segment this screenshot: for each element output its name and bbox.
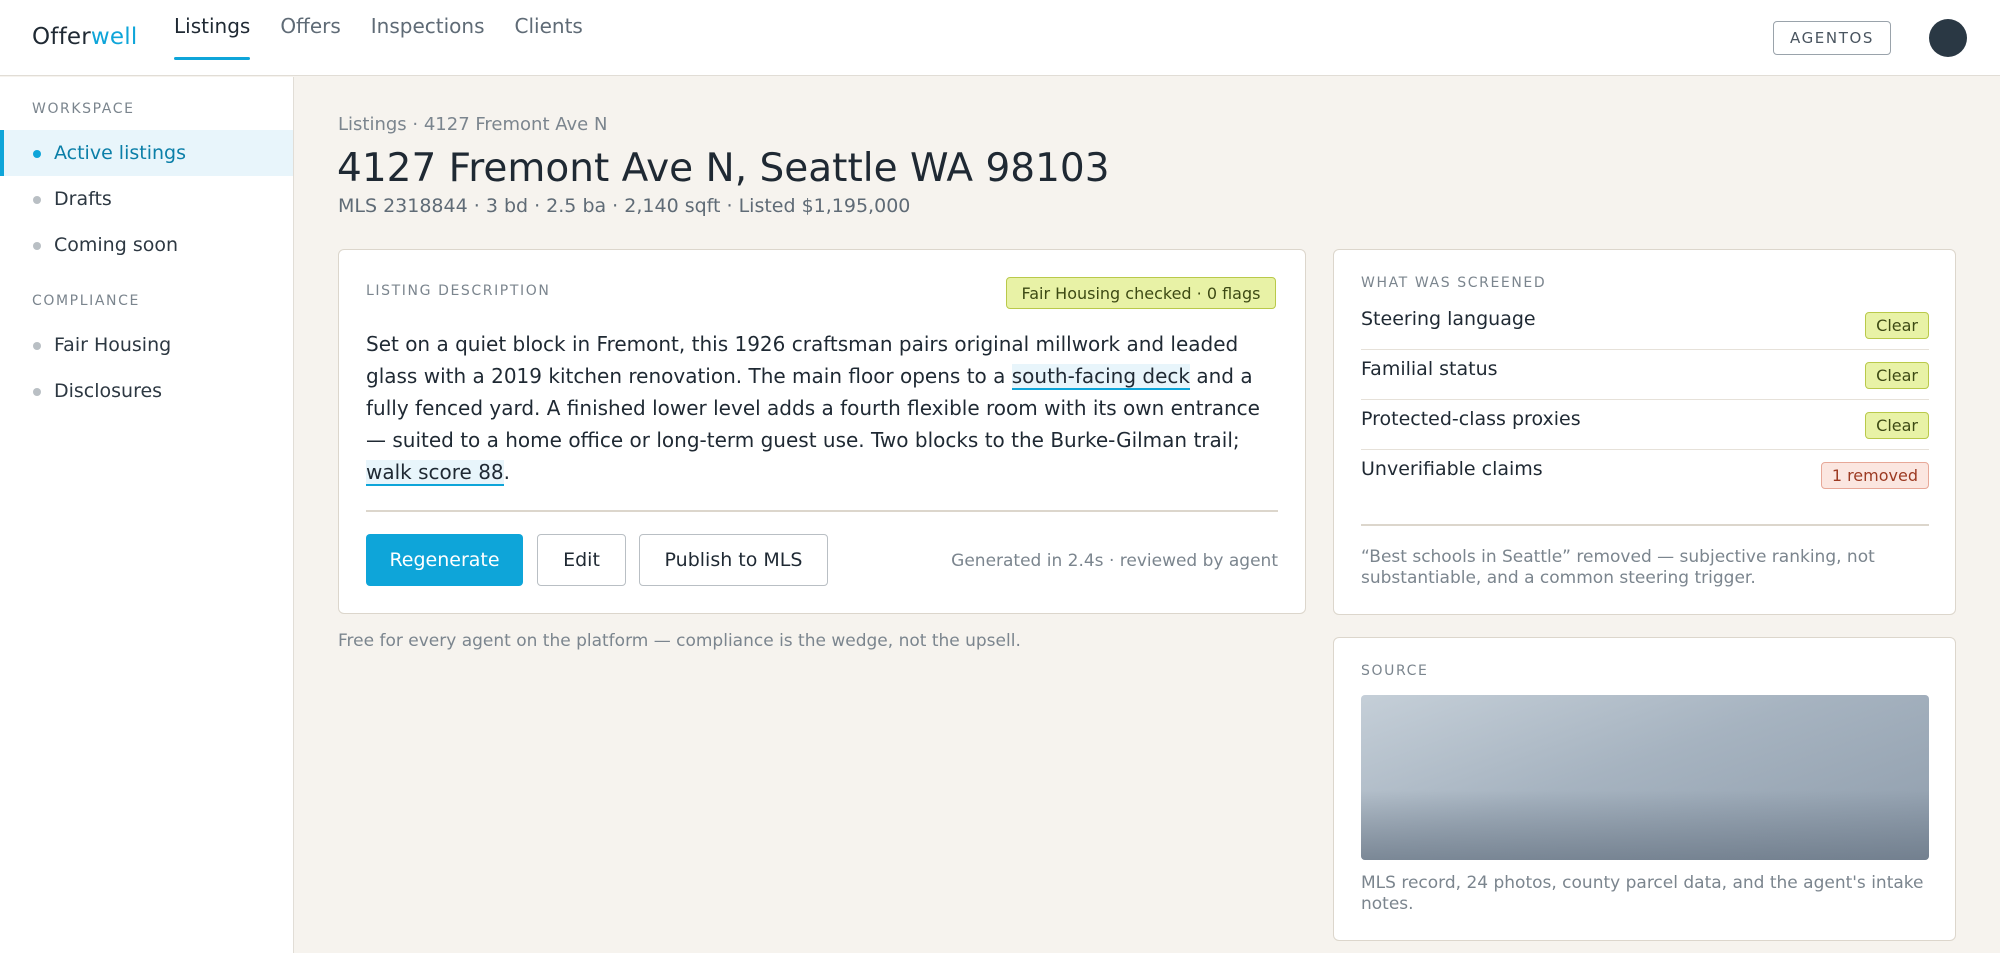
bullet-dot-icon	[33, 342, 41, 350]
agentos-button[interactable]: AGENTOS	[1773, 21, 1891, 55]
what-was-screened-card: WHAT WAS SCREENED Steering language Clea…	[1333, 249, 1956, 615]
tab-inspections[interactable]: Inspections	[371, 0, 485, 76]
breadcrumb[interactable]: Listings · 4127 Fremont Ave N	[338, 114, 607, 135]
highlight-walk-score[interactable]: walk score 88	[366, 460, 504, 486]
page-title: 4127 Fremont Ave N, Seattle WA 98103	[337, 146, 1110, 191]
source-card: SOURCE MLS record, 24 photos, county par…	[1333, 637, 1956, 941]
status-badge[interactable]: 1 removed	[1820, 462, 1929, 489]
brand-prefix: Offer	[32, 24, 91, 50]
tab-listings[interactable]: Listings	[174, 0, 251, 76]
screened-item-name: Familial status	[1361, 358, 1498, 380]
source-description: MLS record, 24 photos, county parcel dat…	[1361, 873, 1924, 914]
avatar[interactable]	[1929, 19, 1967, 57]
sidebar-item-fair-housing[interactable]: Fair Housing	[0, 322, 293, 368]
status-badge: Clear	[1865, 412, 1929, 439]
footnote: Free for every agent on the platform — c…	[338, 631, 1021, 651]
publish-to-mls-button[interactable]: Publish to MLS	[639, 534, 828, 586]
divider	[366, 510, 1278, 512]
divider	[1361, 524, 1929, 526]
sidebar-heading-workspace: WORKSPACE	[32, 101, 135, 117]
screened-item-name: Unverifiable claims	[1361, 458, 1543, 480]
screened-row-unverifiable-claims: Unverifiable claims 1 removed	[1361, 450, 1929, 500]
removal-note: “Best schools in Seattle” removed — subj…	[1361, 547, 1875, 588]
brand-logo[interactable]: Offerwell	[32, 24, 137, 50]
listing-description-text[interactable]: Set on a quiet block in Fremont, this 19…	[366, 328, 1286, 488]
screened-item-name: Steering language	[1361, 308, 1536, 330]
screened-item-name: Protected-class proxies	[1361, 408, 1581, 430]
status-badge: Clear	[1865, 312, 1929, 339]
listing-summary: MLS 2318844 · 3 bd · 2.5 ba · 2,140 sqft…	[338, 195, 911, 217]
bullet-dot-icon	[33, 388, 41, 396]
sidebar-heading-compliance: COMPLIANCE	[32, 293, 140, 309]
bullet-dot-icon	[33, 150, 41, 158]
sidebar-item-coming-soon[interactable]: Coming soon	[0, 222, 293, 268]
tab-clients[interactable]: Clients	[515, 0, 583, 76]
brand-accent: well	[90, 24, 138, 50]
screened-row-protected-class-proxies: Protected-class proxies Clear	[1361, 400, 1929, 450]
top-bar: Offerwell Listings Offers Inspections Cl…	[0, 0, 2000, 76]
sidebar-item-label: Disclosures	[54, 380, 163, 402]
card-label: LISTING DESCRIPTION	[366, 283, 551, 299]
bullet-dot-icon	[33, 196, 41, 204]
highlight-south-facing-deck[interactable]: south-facing deck	[1011, 364, 1190, 390]
card-label: SOURCE	[1361, 663, 1429, 679]
sidebar-item-label: Drafts	[54, 188, 112, 210]
fair-housing-badge: Fair Housing checked · 0 flags	[1006, 277, 1276, 309]
sidebar-item-label: Active listings	[54, 142, 186, 164]
sidebar-item-disclosures[interactable]: Disclosures	[0, 368, 293, 414]
screened-row-familial-status: Familial status Clear	[1361, 350, 1929, 400]
tab-offers[interactable]: Offers	[280, 0, 340, 76]
generation-meta: Generated in 2.4s · reviewed by agent	[951, 551, 1278, 571]
sidebar-item-drafts[interactable]: Drafts	[0, 176, 293, 222]
card-label: WHAT WAS SCREENED	[1361, 275, 1547, 291]
screened-row-steering-language: Steering language Clear	[1361, 300, 1929, 350]
edit-button[interactable]: Edit	[537, 534, 626, 586]
regenerate-button[interactable]: Regenerate	[366, 534, 523, 586]
sidebar: WORKSPACE Active listings Drafts Coming …	[0, 77, 294, 953]
status-badge: Clear	[1865, 362, 1929, 389]
listing-photo[interactable]	[1361, 695, 1929, 860]
sidebar-item-label: Coming soon	[54, 234, 179, 256]
sidebar-item-label: Fair Housing	[54, 334, 172, 356]
listing-description-card: LISTING DESCRIPTION Fair Housing checked…	[338, 249, 1306, 614]
bullet-dot-icon	[33, 242, 41, 250]
main-nav: Listings Offers Inspections Clients	[174, 0, 613, 76]
description-text-part: .	[503, 460, 511, 484]
sidebar-item-active-listings[interactable]: Active listings	[0, 130, 293, 176]
